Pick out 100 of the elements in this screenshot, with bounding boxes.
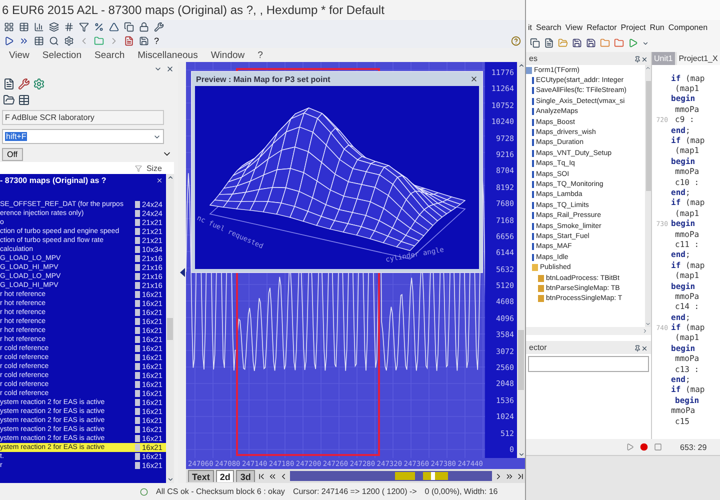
menu-item[interactable]: Window: [210, 50, 245, 60]
method-marker-icon: [532, 254, 534, 261]
caret-icon[interactable]: [642, 40, 649, 46]
scrollbar[interactable]: [526, 327, 651, 335]
code-line: mmoPa: [674, 292, 700, 301]
menu-item[interactable]: Componen: [668, 22, 708, 32]
menu-item[interactable]: View: [565, 22, 583, 32]
code-line: end;: [671, 312, 690, 322]
folder-icon: [532, 264, 538, 272]
gear-icon[interactable]: [33, 78, 45, 90]
triangle-icon[interactable]: [109, 22, 119, 32]
scroll-up-icon[interactable]: [166, 174, 174, 181]
scroll-up-icon[interactable]: [518, 62, 524, 69]
scroll-down-icon[interactable]: [166, 476, 174, 483]
wrench-icon[interactable]: [18, 78, 30, 90]
rewind-icon[interactable]: [268, 472, 277, 480]
pin-icon[interactable]: [634, 344, 641, 352]
hash-icon[interactable]: [64, 22, 74, 32]
percent-icon[interactable]: [94, 22, 104, 32]
method-marker-icon: [532, 160, 534, 168]
help-text[interactable]: ?: [154, 36, 160, 46]
menu-item[interactable]: Run: [650, 22, 664, 32]
pin-icon[interactable]: [634, 56, 641, 62]
width-status: 0 (0,00%), Width: 16: [424, 487, 498, 496]
code-line: end;: [671, 126, 690, 135]
scrollbar[interactable]: [166, 174, 174, 483]
view-tab[interactable]: 3d: [236, 470, 255, 482]
save-all-icon[interactable]: [586, 38, 596, 48]
folder-icon[interactable]: [614, 38, 624, 48]
column-header[interactable]: Size: [146, 164, 162, 172]
close-icon[interactable]: [470, 75, 478, 83]
bar-chart-icon[interactable]: [34, 22, 44, 32]
first-icon[interactable]: [256, 472, 266, 480]
fast-forward-icon[interactable]: [19, 36, 29, 46]
menu-item[interactable]: Project: [620, 22, 646, 32]
scroll-down-icon[interactable]: [518, 451, 524, 458]
next-icon[interactable]: [494, 472, 503, 480]
menu-item[interactable]: it: [528, 22, 532, 32]
list-title: - 87300 maps (Original) as ?: [0, 176, 106, 184]
collapse-arrow-icon[interactable]: [180, 268, 184, 277]
editor-tab[interactable]: Project1_X: [676, 52, 720, 65]
settings-icon[interactable]: [64, 36, 74, 46]
run-icon[interactable]: [628, 38, 638, 48]
table-icon[interactable]: [34, 36, 44, 46]
search-icon[interactable]: [49, 36, 59, 46]
code-line: mmoPa: [674, 230, 700, 239]
save-icon[interactable]: [139, 36, 149, 46]
code-line: begin: [671, 282, 696, 290]
close-icon[interactable]: [166, 65, 174, 73]
document-icon[interactable]: [124, 36, 134, 46]
filter-icon[interactable]: [79, 22, 89, 32]
view-tab[interactable]: 2d: [216, 470, 234, 482]
table-icon[interactable]: [19, 22, 29, 32]
grid-icon[interactable]: [4, 22, 14, 32]
code-line: if (map: [671, 198, 705, 208]
help-icon[interactable]: [511, 36, 521, 46]
document-icon[interactable]: [3, 78, 15, 90]
record-icon[interactable]: [640, 443, 648, 451]
method-marker-icon: [532, 139, 534, 146]
code-line: (map1: [674, 208, 700, 218]
project-field[interactable]: F AdBlue SCR laboratory: [2, 110, 164, 125]
search-combo[interactable]: hift+F: [2, 129, 164, 144]
new-file-icon[interactable]: [544, 38, 554, 48]
view-tab[interactable]: Text: [188, 470, 214, 482]
menu-item[interactable]: ?: [258, 50, 263, 60]
code-line: c15: [674, 416, 690, 426]
code-line: (map1: [674, 333, 700, 342]
table-icon[interactable]: [18, 94, 30, 106]
folder-icon[interactable]: [3, 94, 15, 106]
close-icon[interactable]: [641, 344, 648, 352]
menu-item[interactable]: Search: [94, 50, 125, 60]
code-line: if (map: [671, 385, 705, 394]
code-line: c14 :: [674, 302, 700, 312]
menu-item[interactable]: Search: [536, 22, 562, 32]
copy-icon[interactable]: [530, 38, 540, 48]
menu-item[interactable]: Miscellaneous: [138, 50, 198, 60]
copy-icon[interactable]: [124, 22, 134, 32]
filter-button[interactable]: Off: [2, 148, 23, 160]
play-icon[interactable]: [4, 36, 14, 46]
code-line: mmoPa: [674, 167, 700, 176]
scrollbar-thumb[interactable]: [518, 330, 524, 390]
scrollbar[interactable]: [517, 62, 525, 458]
method-marker-icon: [532, 118, 534, 126]
scrollbar[interactable]: [645, 65, 651, 327]
last-icon[interactable]: [516, 472, 525, 480]
open-folder-icon[interactable]: [558, 38, 568, 48]
menu-item[interactable]: Refactor: [586, 22, 617, 32]
input-field[interactable]: [528, 356, 649, 372]
wrench-icon[interactable]: [154, 22, 164, 32]
fast-forward-icon[interactable]: [505, 472, 514, 480]
scrollbar-thumb[interactable]: [167, 318, 173, 340]
lock-icon[interactable]: [139, 22, 149, 32]
scrollbar-thumb[interactable]: [646, 81, 650, 191]
menu-item[interactable]: Selection: [42, 50, 82, 60]
dropdown-icon[interactable]: [154, 65, 162, 73]
menu-item[interactable]: View: [9, 50, 30, 60]
save-icon[interactable]: [572, 38, 582, 48]
layers-icon[interactable]: [49, 22, 59, 32]
method-marker-icon: [532, 180, 534, 188]
close-icon[interactable]: [641, 56, 648, 62]
